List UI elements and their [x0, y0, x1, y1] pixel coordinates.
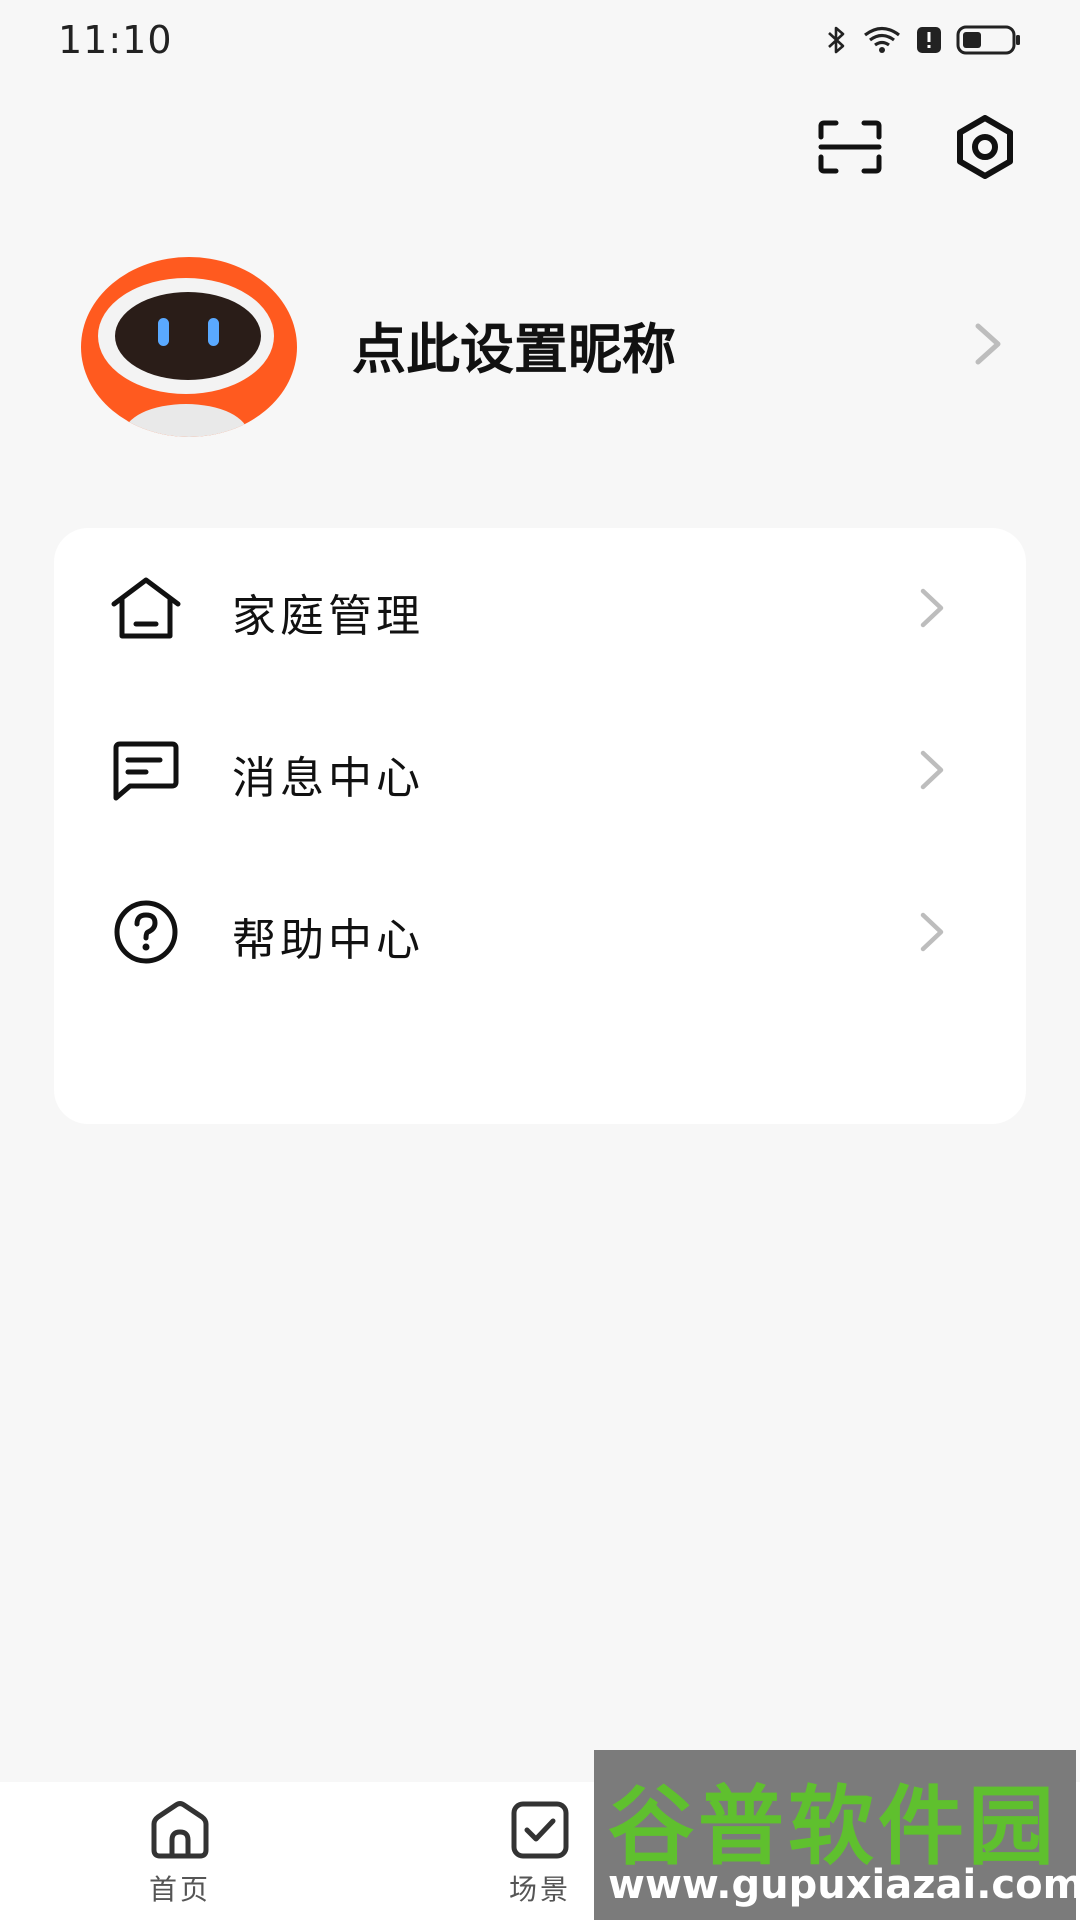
nav-label: 首页 [148, 1873, 211, 1906]
menu-item-label: 家庭管理 [232, 591, 424, 642]
home-icon [111, 577, 181, 639]
chevron-right-icon [920, 588, 944, 628]
nav-label: 场景 [508, 1873, 571, 1906]
menu-item-family-management[interactable]: 家庭管理 [54, 528, 1026, 688]
alert-icon [917, 27, 941, 53]
menu-item-label: 帮助中心 [232, 915, 424, 966]
menu-card: 家庭管理 消息中心 帮助中心 [54, 528, 1026, 1124]
menu-item-label: 消息中心 [232, 753, 424, 804]
status-time: 11:10 [58, 18, 173, 62]
home-icon [151, 1801, 209, 1859]
watermark-url: www.gupuxiazai.com [608, 1862, 1076, 1908]
profile-row[interactable]: 点此设置昵称 [0, 250, 1080, 440]
chevron-right-icon [975, 323, 1001, 365]
scan-button[interactable] [815, 112, 885, 182]
chevron-right-icon [920, 912, 944, 952]
nickname: 点此设置昵称 [352, 318, 676, 381]
help-icon [114, 900, 178, 964]
chevron-right-icon [920, 750, 944, 790]
bluetooth-icon [828, 26, 845, 54]
wifi-icon [864, 26, 900, 53]
menu-item-help-center[interactable]: 帮助中心 [54, 852, 1026, 1012]
avatar [81, 257, 297, 437]
settings-button[interactable] [950, 112, 1020, 182]
message-icon [113, 741, 179, 801]
nav-tab-home[interactable]: 首页 [120, 1800, 240, 1910]
checkbox-icon [511, 1801, 569, 1859]
scan-icon [818, 120, 882, 174]
status-icons [826, 24, 1022, 56]
watermark: 谷普软件园 www.gupuxiazai.com [594, 1750, 1076, 1920]
nav-tab-scene[interactable]: 场景 [480, 1800, 600, 1910]
battery-icon [956, 25, 1020, 55]
settings-icon [957, 115, 1013, 179]
status-bar: 11:10 [0, 0, 1080, 90]
menu-item-message-center[interactable]: 消息中心 [54, 690, 1026, 850]
